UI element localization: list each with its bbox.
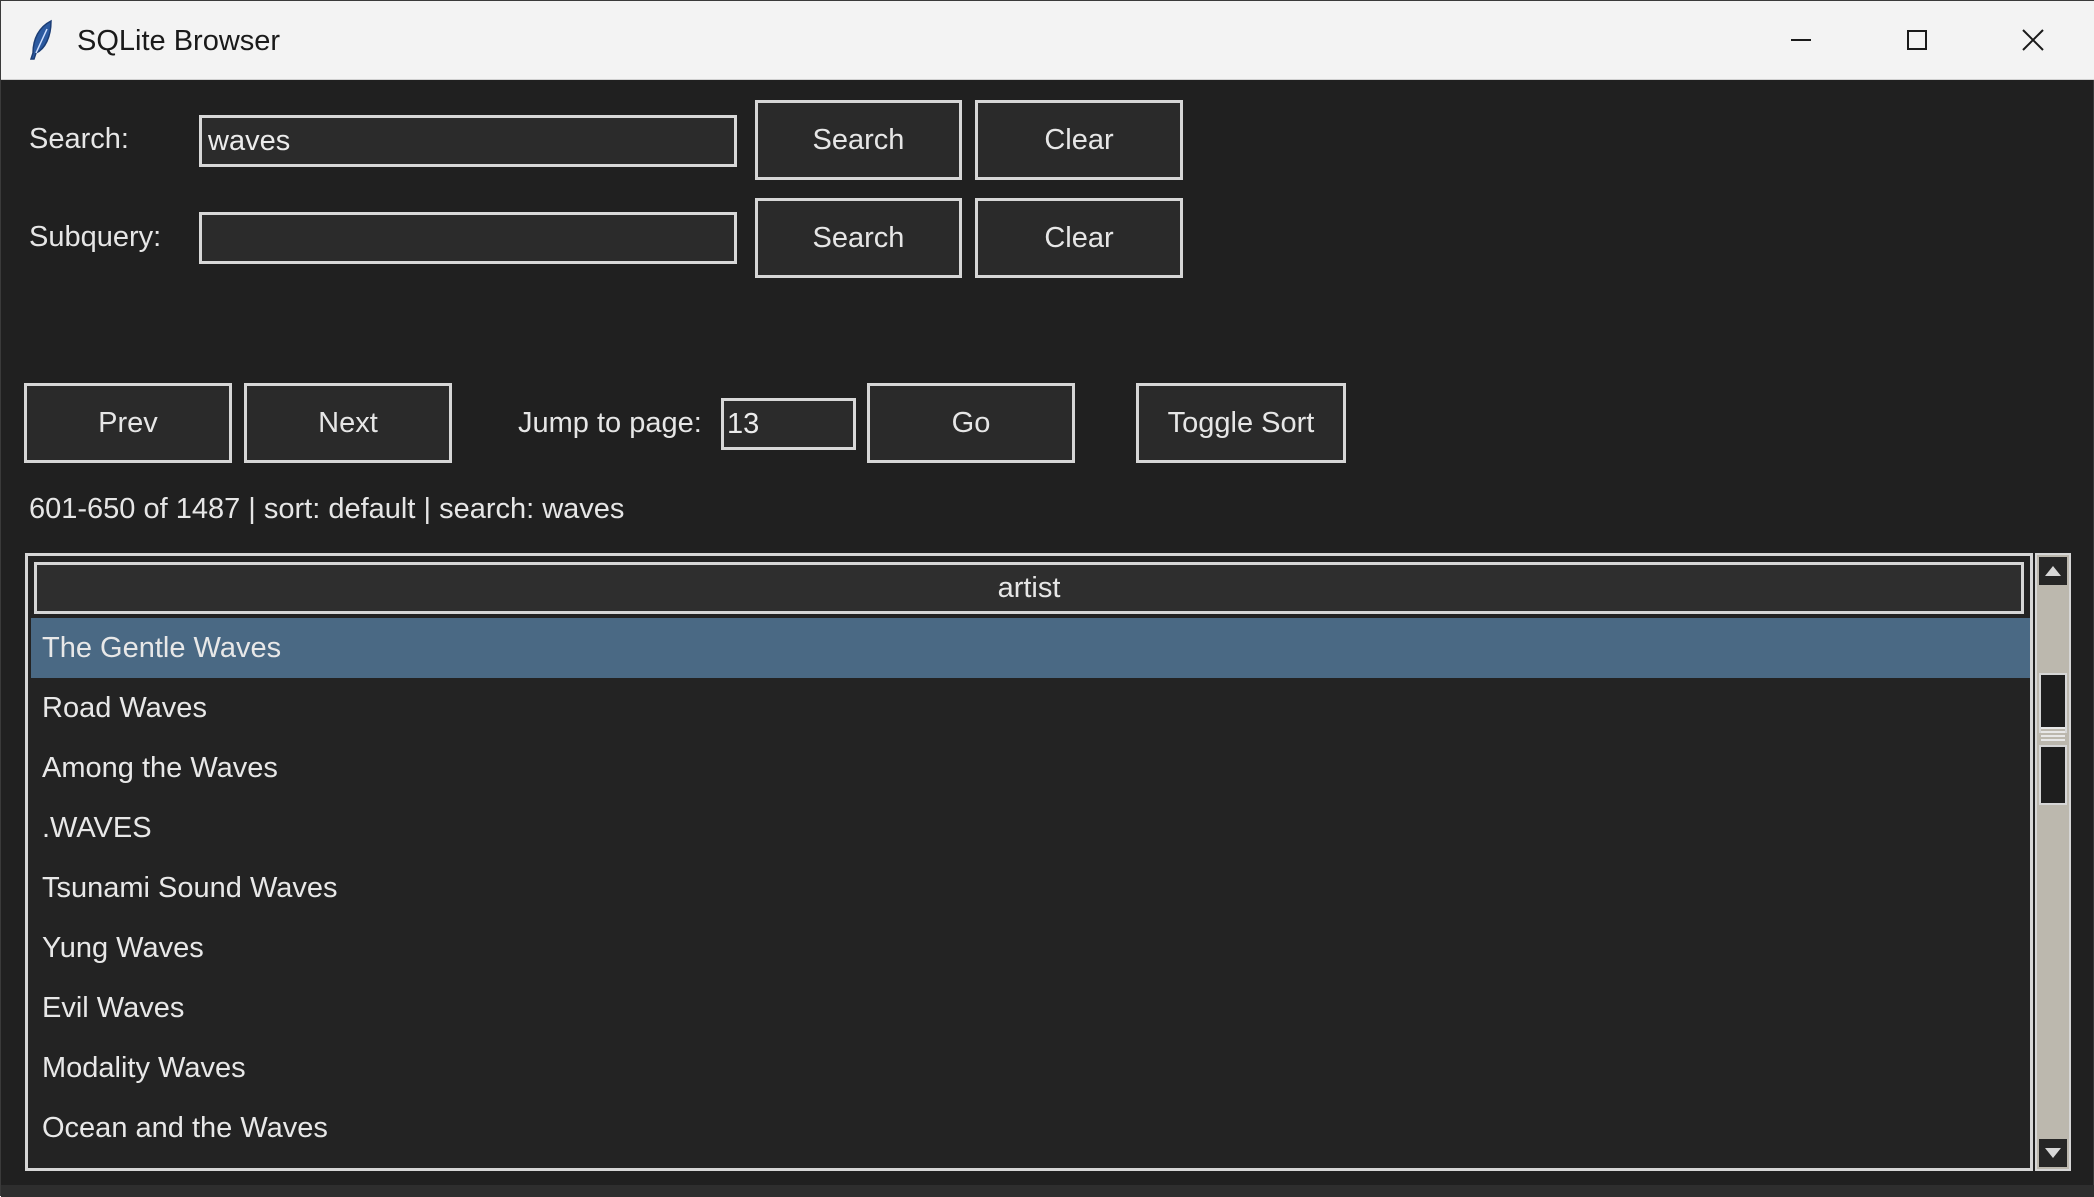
subquery-search-button[interactable]: Search [755, 198, 962, 278]
search-label: Search: [29, 123, 129, 155]
status-text: 601-650 of 1487 | sort: default | search… [29, 493, 625, 525]
table-rows: The Gentle Waves Road Waves Among the Wa… [31, 618, 2030, 1158]
search-button[interactable]: Search [755, 100, 962, 180]
table-row[interactable]: Modality Waves [31, 1038, 2030, 1098]
toggle-sort-button[interactable]: Toggle Sort [1136, 383, 1346, 463]
scroll-down-button[interactable] [2039, 1139, 2067, 1167]
table-row[interactable]: Evil Waves [31, 978, 2030, 1038]
table-row[interactable]: The Gentle Waves [31, 618, 2030, 678]
minimize-button[interactable] [1743, 1, 1859, 79]
table-row[interactable]: Ocean and the Waves [31, 1098, 2030, 1158]
table-row[interactable]: Among the Waves [31, 738, 2030, 798]
vertical-scrollbar[interactable] [2035, 553, 2071, 1171]
prev-button[interactable]: Prev [24, 383, 232, 463]
subquery-label: Subquery: [29, 221, 162, 253]
window-title: SQLite Browser [77, 25, 281, 57]
subquery-input[interactable] [199, 212, 737, 264]
table-row[interactable]: Tsunami Sound Waves [31, 858, 2030, 918]
table-row[interactable]: Yung Waves [31, 918, 2030, 978]
maximize-button[interactable] [1859, 1, 1975, 79]
table-row[interactable]: Road Waves [31, 678, 2030, 738]
maximize-icon [1907, 30, 1927, 50]
arrow-up-icon [2045, 566, 2061, 576]
results-table[interactable]: artist The Gentle Waves Road Waves Among… [25, 553, 2033, 1171]
table-row[interactable]: .WAVES [31, 798, 2030, 858]
clear-subquery-button[interactable]: Clear [975, 198, 1183, 278]
next-button[interactable]: Next [244, 383, 452, 463]
jump-to-page-label: Jump to page: [518, 407, 702, 439]
close-button[interactable] [1975, 1, 2091, 79]
search-input[interactable] [199, 115, 737, 167]
scroll-up-button[interactable] [2039, 557, 2067, 585]
clear-search-button[interactable]: Clear [975, 100, 1183, 180]
go-button[interactable]: Go [867, 383, 1075, 463]
scroll-thumb-grip[interactable] [2041, 727, 2065, 741]
scroll-thumb-top[interactable] [2039, 673, 2067, 733]
scroll-thumb-bottom[interactable] [2039, 745, 2067, 805]
app-window: SQLite Browser Search: Search Clear Subq… [0, 0, 2094, 1197]
close-icon [2022, 29, 2044, 51]
jump-to-page-input[interactable] [721, 398, 856, 450]
arrow-down-icon [2045, 1148, 2061, 1158]
column-header-artist[interactable]: artist [34, 562, 2024, 614]
minimize-icon [1791, 39, 1811, 41]
feather-icon [29, 19, 52, 60]
title-bar: SQLite Browser [1, 1, 2094, 80]
window-bottom-edge [1, 1185, 2094, 1197]
